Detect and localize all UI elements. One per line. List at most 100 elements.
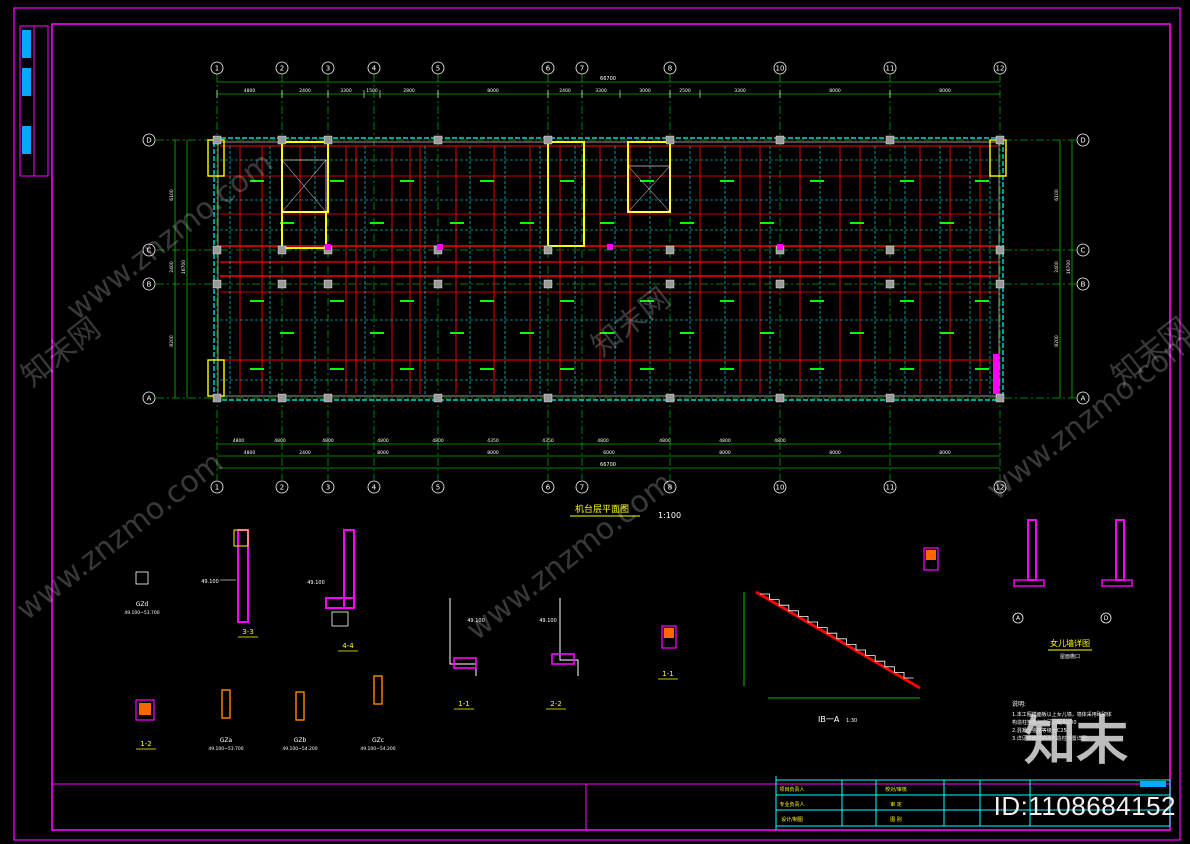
axis-bottom-5: 5	[436, 484, 440, 492]
magenta-marker	[607, 244, 613, 250]
sheet-outer-frame	[13, 7, 1181, 841]
axis-bottom-2: 2	[280, 484, 284, 492]
detail-drawings: 49.1003-349.1004-449.1001-149.1002-21-11…	[124, 519, 1133, 752]
column	[543, 245, 553, 255]
detail-3-3-wall	[237, 529, 249, 623]
dim-bottom1-text: 4800	[774, 438, 786, 444]
rebar-label	[600, 222, 614, 224]
dim-bottom2-text: 6000	[603, 450, 615, 456]
rebar-label	[810, 180, 824, 182]
detail-4-4-beam	[331, 611, 349, 627]
column	[212, 393, 222, 403]
dim-top-total-text: 66700	[600, 76, 616, 82]
column	[775, 393, 785, 403]
axis-bottom-4: 4	[372, 484, 377, 492]
detail-3-3-elev: 49.100	[201, 579, 219, 585]
detail-gzc-note: 49.100~54.200	[360, 746, 395, 752]
axis-top-12: 12	[996, 65, 1005, 73]
core-box	[281, 141, 329, 213]
detail-3-3-label: 3-3	[242, 628, 253, 636]
dim-bottom1-text: 4350	[542, 438, 554, 444]
section-label: IB一A	[818, 715, 840, 724]
dim-bottom2-text: 2400	[299, 450, 311, 456]
title-block-left-2: 设计/制图	[781, 816, 803, 823]
rebar-label	[975, 300, 989, 302]
column	[323, 279, 333, 289]
dim-bottom2-text: 8000	[939, 450, 951, 456]
rebar-label	[480, 180, 494, 182]
column	[885, 279, 895, 289]
parapet-axis-text-0: A	[1016, 615, 1021, 622]
column	[433, 393, 443, 403]
column	[277, 393, 287, 403]
rebar-label	[850, 332, 864, 334]
column	[665, 245, 675, 255]
axis-top-3: 3	[326, 65, 330, 73]
dim-left-text: 8200	[169, 335, 175, 347]
rebar-label	[250, 368, 264, 370]
rebar-label	[480, 368, 494, 370]
parapet-wall-1	[1115, 519, 1125, 581]
dim-right-total-text: 16700	[1066, 260, 1072, 274]
dim-bottom2-text: 4800	[244, 450, 256, 456]
axis-top-1: 1	[215, 65, 219, 73]
column	[212, 245, 222, 255]
detail-4-4-elev: 49.100	[307, 580, 325, 586]
column	[885, 245, 895, 255]
title-block-mid-1: 审 定	[890, 801, 902, 808]
dim-top-text: 1500	[366, 88, 378, 94]
cad-drawing: 项目负责人专业负责人设计/制图校对/审核审 定图 别 1122334455667…	[13, 7, 1181, 841]
title-block-text: 项目负责人专业负责人设计/制图 校对/审核审 定图 别	[779, 786, 906, 823]
rebar-label	[850, 222, 864, 224]
axis-bottom-11: 11	[886, 484, 895, 492]
detail-gza-col	[221, 689, 231, 719]
rebar-label	[280, 332, 294, 334]
sheet-inner-frame	[51, 23, 1171, 831]
dim-right-text: 8200	[1054, 335, 1060, 347]
detail-gza-note: 49.100~53.700	[208, 746, 243, 752]
axis-top-2: 2	[280, 65, 284, 73]
column	[433, 135, 443, 145]
plan-scale: 1:100	[658, 511, 681, 520]
column	[543, 135, 553, 145]
dim-right-text: 6100	[1054, 189, 1060, 201]
rebar-label	[640, 368, 654, 370]
brand-logo: 知末	[1023, 712, 1128, 772]
dimension-lines: 66700 4800 2400 3300 1500 2800 8000 2400 3300 300…	[169, 76, 1073, 469]
rebar-label	[400, 180, 414, 182]
column	[775, 279, 785, 289]
rebar-label	[450, 222, 464, 224]
rebar-label	[720, 368, 734, 370]
dim-top-text: 3300	[734, 88, 746, 94]
detail-gzd-note: 49.100~53.700	[124, 610, 159, 616]
title-block-mid-0: 校对/审核	[885, 786, 907, 793]
parapet-subtitle: 屋面檐口	[1060, 653, 1080, 660]
rebar-label	[810, 300, 824, 302]
parapet-title: 女儿墙详图	[1050, 638, 1090, 648]
dim-top-text: 8000	[829, 88, 841, 94]
dim-top-text: 3300	[595, 88, 607, 94]
dim-top-text: 8000	[487, 88, 499, 94]
detail-eave-fill	[926, 550, 936, 560]
detail-gzd-label: GZd	[136, 601, 149, 608]
detail-1-1b-label: 1-1	[662, 670, 673, 678]
detail-3-3-cap	[233, 529, 249, 547]
detail-gzb-label: GZb	[294, 737, 307, 744]
core-box	[547, 141, 585, 247]
rebar-label	[560, 368, 574, 370]
magenta-marker	[325, 244, 331, 250]
axis-top-5: 5	[436, 65, 440, 73]
dim-bottom1-text: 4800	[233, 438, 245, 444]
rebar-label	[370, 222, 384, 224]
detail-1-1-beam	[453, 657, 477, 669]
column	[665, 393, 675, 403]
axis-top-4: 4	[372, 65, 377, 73]
rebar-label	[680, 222, 694, 224]
rebar-label	[560, 180, 574, 182]
dim-right-text: 2400	[1054, 261, 1060, 273]
dim-bottom2-text: 8000	[377, 450, 389, 456]
dim-bottom1-text: 4800	[432, 438, 444, 444]
section-scale: 1:30	[846, 718, 857, 724]
detail-gzb-col	[295, 691, 305, 721]
rebar-label	[900, 180, 914, 182]
